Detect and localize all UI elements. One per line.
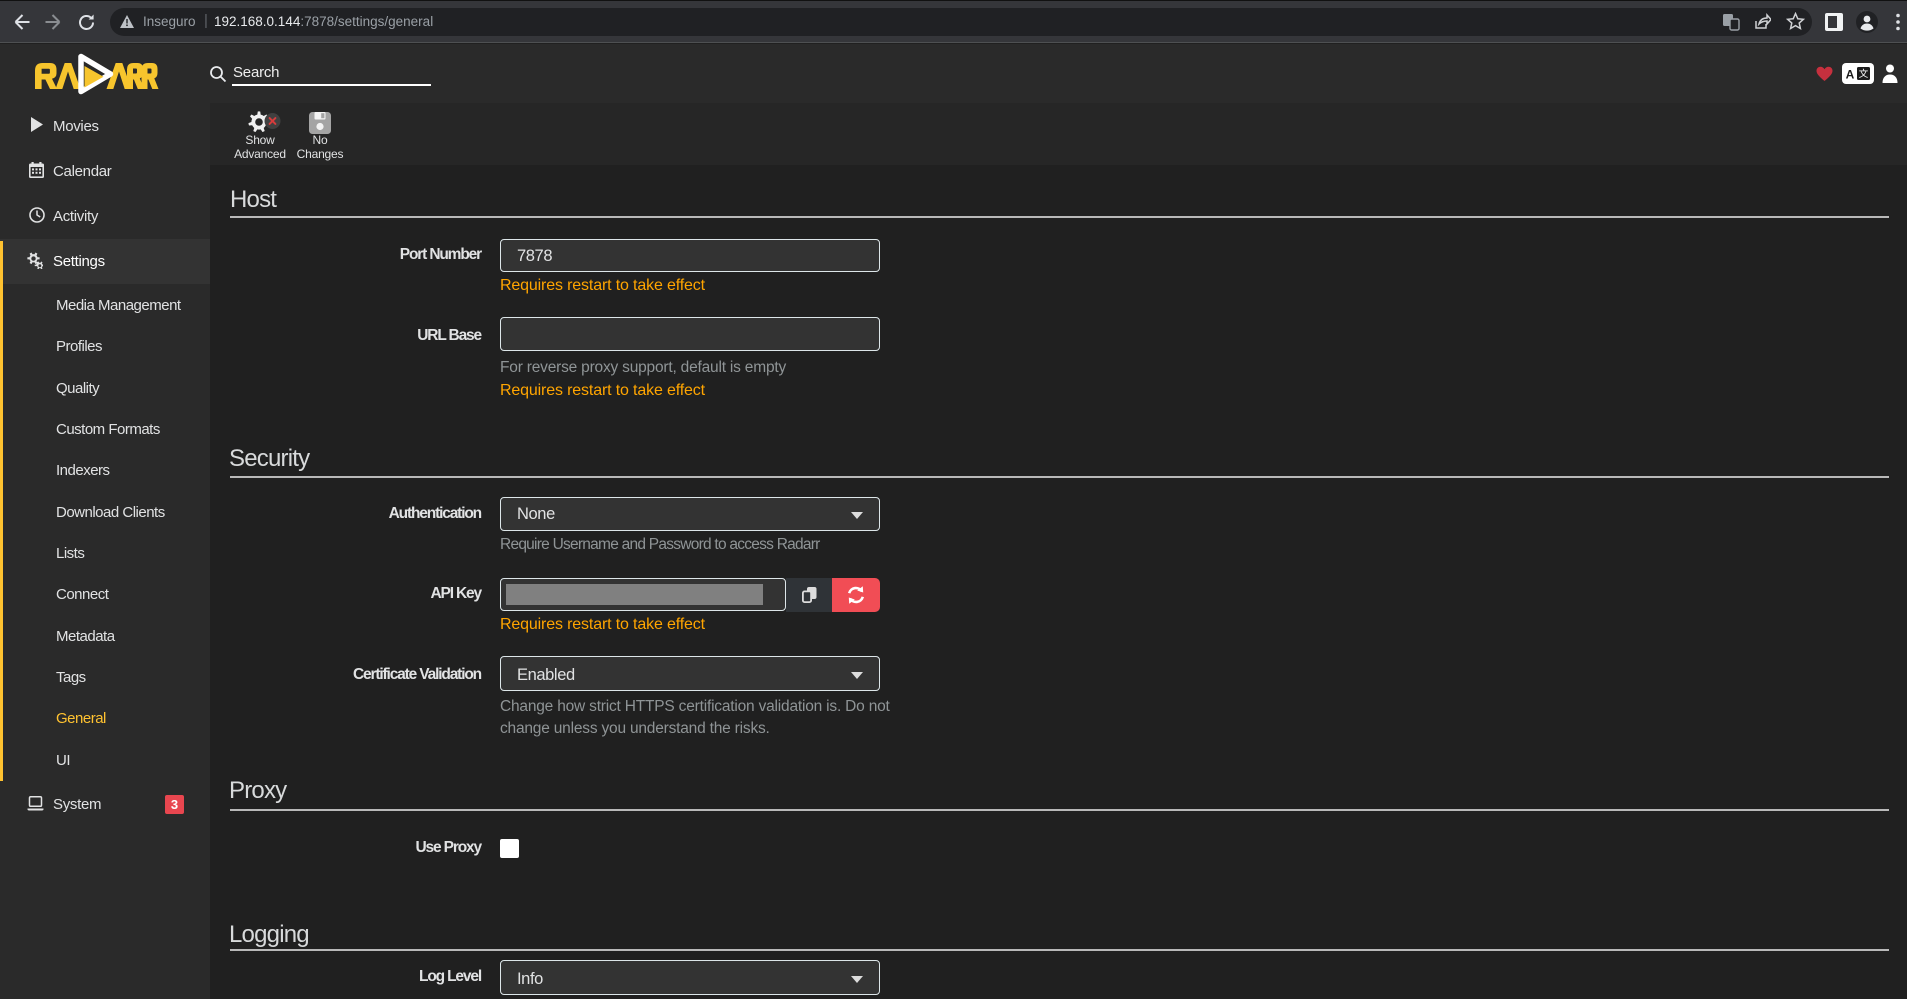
svg-text:文: 文 <box>1859 68 1869 80</box>
svg-text:A: A <box>1846 68 1855 82</box>
